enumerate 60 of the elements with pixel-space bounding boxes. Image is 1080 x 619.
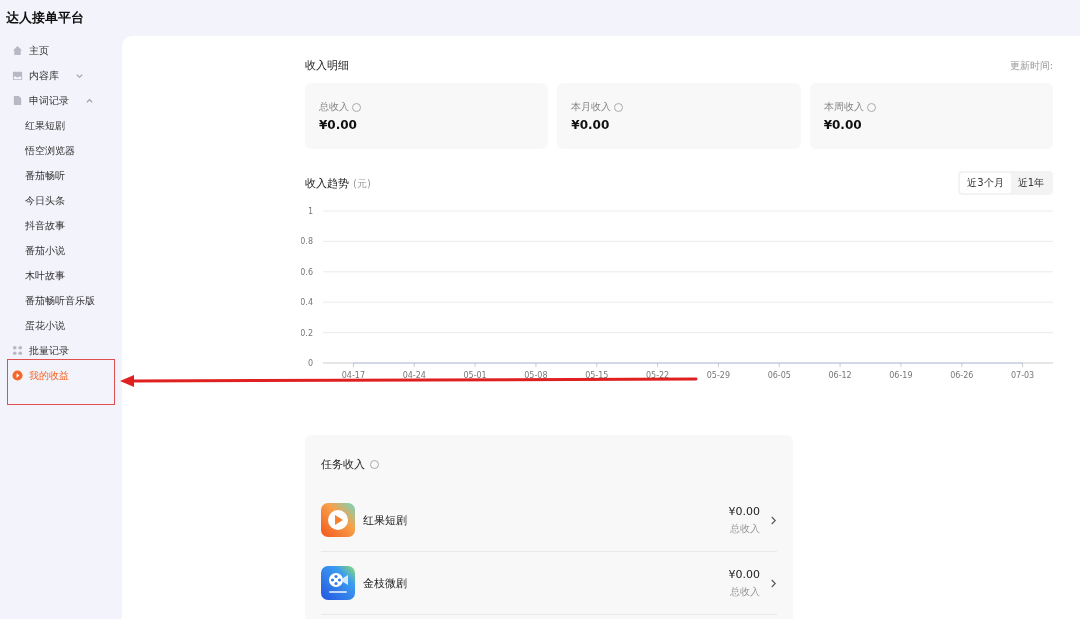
y-tick-label: 0.6 [301, 267, 313, 277]
x-tick-label: 06-19 [889, 371, 913, 380]
sidebar-subitem[interactable]: 木叶故事 [0, 263, 122, 288]
sidebar-subitem[interactable]: 抖音故事 [0, 213, 122, 238]
sidebar-subitem[interactable]: 悟空浏览器 [0, 138, 122, 163]
x-tick-label: 05-08 [524, 371, 548, 380]
sidebar-item[interactable]: 申词记录 [0, 88, 122, 113]
sidebar-item[interactable]: 内容库 [0, 63, 122, 88]
y-tick-label: 0 [307, 359, 313, 368]
sidebar-subitem[interactable]: 番茄畅听 [0, 163, 122, 188]
stat-value: ¥0.00 [571, 118, 611, 132]
x-tick-label: 05-22 [645, 371, 670, 380]
x-tick-label: 06-12 [828, 371, 852, 380]
income-amount: ¥0.00 [728, 567, 760, 581]
stat-label: 总收入 [319, 100, 349, 114]
range-tab[interactable]: 近3个月 [960, 173, 1011, 193]
section-title: 收入明细 [305, 58, 349, 73]
sidebar-subitem[interactable]: 红果短剧 [0, 113, 122, 138]
stat-value: ¥0.00 [319, 118, 358, 132]
x-tick-label: 07-03 [1010, 371, 1035, 380]
tray-icon [12, 70, 23, 81]
app-title: 达人接单平台 [6, 9, 84, 27]
stat-label: 本周收入 [823, 100, 864, 114]
app-name: 金枝微剧 [363, 575, 407, 591]
y-tick-label: 0.8 [301, 237, 313, 247]
home-icon [12, 45, 23, 56]
x-tick-label: 05-29 [706, 371, 731, 380]
grid-icon [12, 345, 23, 356]
y-tick-label: 1 [307, 207, 313, 216]
x-tick-label: 04-17 [341, 371, 366, 380]
unit-label: (元) [353, 176, 371, 191]
y-tick-label: 0.4 [301, 298, 313, 308]
x-tick-label: 06-05 [767, 371, 791, 380]
chevron-right-icon[interactable] [770, 515, 777, 525]
sidebar-subitem[interactable]: 番茄小说 [0, 238, 122, 263]
x-tick-label: 05-15 [585, 371, 609, 380]
range-tab[interactable]: 近1年 [1010, 173, 1051, 193]
chevron-right-icon[interactable] [770, 578, 777, 588]
sidebar-subitem[interactable]: 蛋花小说 [0, 313, 122, 338]
stat-label: 本月收入 [571, 100, 612, 114]
section-title: 任务收入 [321, 456, 365, 472]
update-time-label: 更新时间: [1009, 58, 1053, 73]
sidebar-subitem[interactable]: 番茄畅听音乐版 [0, 288, 122, 313]
income-amount: ¥0.00 [728, 504, 760, 518]
sidebar-subitem[interactable]: 今日头条 [0, 188, 122, 213]
x-tick-label: 04-24 [402, 371, 426, 380]
film-reel-app-icon [321, 566, 355, 600]
sidebar-item[interactable]: 主页 [0, 38, 122, 63]
x-tick-label: 05-01 [463, 371, 487, 380]
coin-icon [12, 370, 23, 381]
income-caption: 总收入 [730, 584, 760, 599]
stat-value: ¥0.00 [823, 118, 863, 132]
sidebar-item[interactable]: 批量记录 [0, 338, 122, 363]
y-tick-label: 0.2 [301, 328, 313, 338]
play-app-icon [321, 503, 355, 537]
document-icon [12, 95, 23, 106]
app-name: 红果短剧 [363, 512, 407, 528]
section-title: 收入趋势 [305, 175, 349, 191]
income-caption: 总收入 [730, 521, 760, 536]
x-tick-label: 06-26 [950, 371, 974, 380]
